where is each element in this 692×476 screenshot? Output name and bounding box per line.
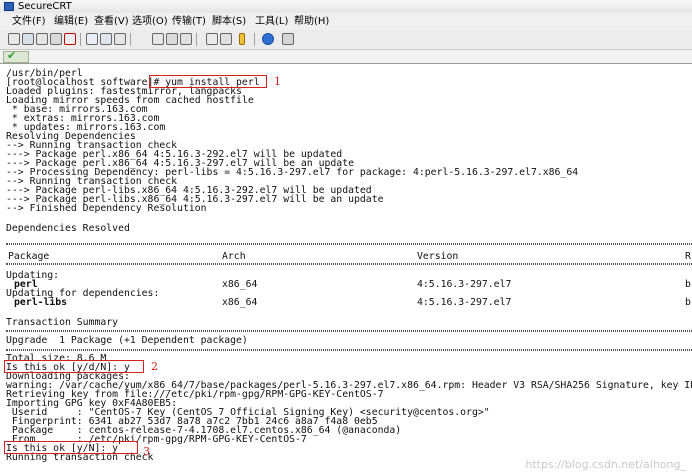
menu-bar: 文件(F) 编辑(E) 查看(V) 选项(O) 传输(T) 脚本(S) 工具(L… — [0, 13, 692, 30]
table-cell-name: perl-libs — [14, 297, 68, 308]
reconnect-icon[interactable] — [50, 33, 62, 45]
session-options-icon[interactable] — [206, 33, 218, 45]
connected-check-icon: ✔ — [7, 49, 17, 62]
global-options-icon[interactable] — [220, 33, 232, 45]
find-icon[interactable] — [114, 33, 126, 45]
table-cell-repo: b — [685, 279, 691, 290]
annotation-number-1: 1 — [274, 75, 281, 88]
session-tab[interactable]: ✔ — [3, 49, 29, 63]
menu-script[interactable]: 脚本(S) — [210, 13, 248, 30]
table-divider — [6, 349, 692, 351]
session-tab-bar: ✔ — [0, 49, 692, 64]
column-header-version: Version — [417, 251, 459, 262]
terminal-line: --> Finished Dependency Resolution — [6, 203, 207, 214]
connect-icon[interactable] — [8, 33, 20, 45]
toolbar-separator — [80, 33, 81, 46]
connect-tab-icon[interactable] — [36, 33, 48, 45]
disconnect-icon[interactable] — [64, 33, 76, 45]
table-cell-repo: b — [685, 297, 691, 308]
menu-edit[interactable]: 编辑(E) — [52, 13, 90, 30]
toolbar-separator — [254, 33, 255, 46]
help-icon[interactable] — [262, 33, 274, 45]
key-icon[interactable] — [239, 33, 245, 45]
menu-help[interactable]: 帮助(H) — [292, 13, 331, 30]
highlight-box-3 — [4, 441, 138, 454]
print-setup-icon[interactable] — [166, 33, 178, 45]
window-title: SecureCRT — [18, 1, 72, 12]
print-icon[interactable] — [152, 33, 164, 45]
highlight-box-2 — [4, 360, 144, 373]
transaction-summary-title: Transaction Summary — [6, 317, 119, 328]
watermark: https://blog.csdn.net/alhong_ — [525, 458, 686, 471]
table-cell-arch: x86_64 — [222, 297, 258, 308]
column-header-repo: R — [685, 251, 691, 262]
table-cell-arch: x86_64 — [222, 279, 258, 290]
menu-transfer[interactable]: 传输(T) — [170, 13, 208, 30]
menu-file[interactable]: 文件(F) — [10, 13, 48, 30]
table-divider — [6, 263, 692, 265]
table-cell-version: 4:5.16.3-297.el7 — [417, 297, 512, 308]
table-cell-version: 4:5.16.3-297.el7 — [417, 279, 512, 290]
toolbar-separator — [196, 33, 197, 46]
annotation-number-2: 2 — [151, 360, 158, 373]
table-divider — [6, 330, 692, 332]
paste-icon[interactable] — [100, 33, 112, 45]
keymap-icon[interactable] — [282, 33, 294, 45]
column-header-arch: Arch — [222, 251, 246, 262]
menu-view[interactable]: 查看(V) — [92, 13, 131, 30]
table-divider — [6, 243, 692, 245]
terminal-line: Running transaction check — [6, 452, 154, 463]
quick-connect-icon[interactable] — [22, 33, 34, 45]
transaction-summary-line: Upgrade 1 Package (+1 Dependent package) — [6, 335, 248, 346]
annotation-number-3: 3 — [143, 445, 150, 458]
copy-icon[interactable] — [86, 33, 98, 45]
toolbar-separator — [130, 33, 131, 46]
app-icon — [4, 2, 14, 11]
dependencies-resolved: Dependencies Resolved — [6, 223, 130, 234]
menu-options[interactable]: 选项(O) — [130, 13, 170, 30]
menu-tools[interactable]: 工具(L) — [253, 13, 290, 30]
terminal-output[interactable]: /usr/bin/perl [root@localhost software]#… — [0, 64, 692, 476]
toolbar — [0, 30, 692, 50]
log-icon[interactable] — [180, 33, 192, 45]
highlight-box-1 — [149, 75, 267, 88]
title-bar: SecureCRT — [0, 0, 692, 13]
column-header-package: Package — [8, 251, 50, 262]
